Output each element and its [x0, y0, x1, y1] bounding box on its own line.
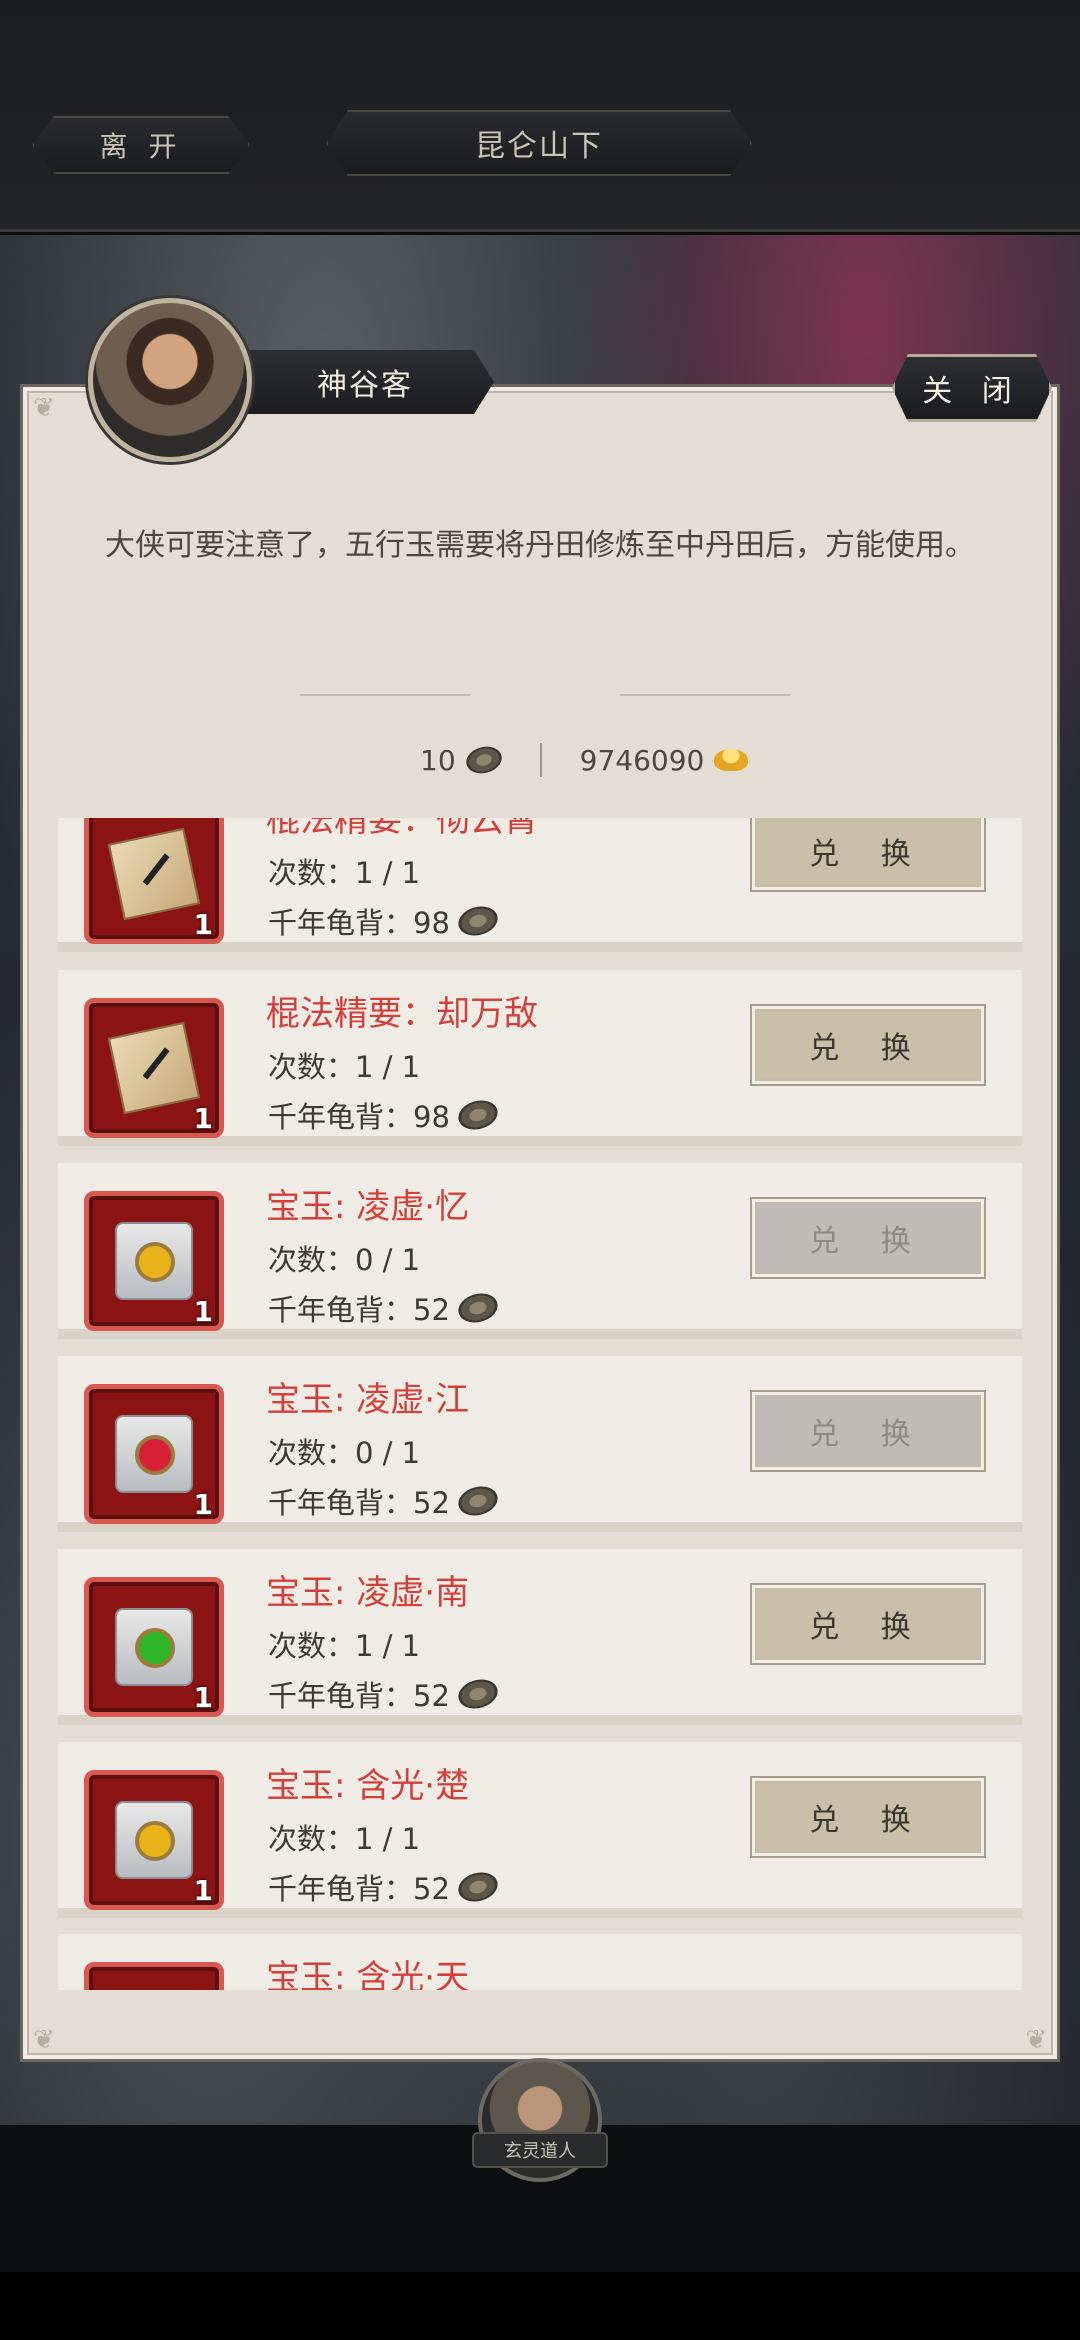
- item-cost: 千年龟背：52: [268, 1480, 501, 1522]
- divider-right: [620, 682, 790, 696]
- gem-card: [115, 1801, 193, 1879]
- turtle-shell-icon: [454, 1096, 501, 1134]
- close-button[interactable]: 关 闭: [892, 354, 1052, 422]
- turtle-shell-icon: [454, 1482, 501, 1520]
- list-item: 1 宝玉: 凌虚·江 次数：0 / 1 千年龟背：52 兑 换: [58, 1356, 1022, 1532]
- item-times: 次数：0 / 1: [268, 1436, 421, 1470]
- turtle-shell-icon: [454, 1675, 501, 1713]
- gold-ingot-icon: [714, 749, 749, 771]
- turtle-shell-icon: [454, 1289, 501, 1327]
- item-name: 宝玉: 凌虚·忆: [266, 1187, 470, 1227]
- item-times: 次数：1 / 1: [268, 1050, 421, 1084]
- item-slot[interactable]: 1: [84, 1384, 224, 1524]
- gem-card: [115, 1222, 193, 1300]
- list-item: 1 棍法精要：却万敌 次数：1 / 1 千年龟背：98 兑 换: [58, 970, 1022, 1146]
- yellow-gem-icon: [135, 1242, 175, 1282]
- list-item-partial: 宝玉: 含光·天: [58, 1934, 1022, 1990]
- item-cost: 千年龟背：52: [268, 1287, 501, 1329]
- book-icon: [107, 827, 201, 921]
- item-name: 宝玉: 凌虚·南: [266, 1573, 470, 1613]
- item-count: 1: [193, 1874, 213, 1907]
- exchange-button-disabled[interactable]: 兑 换: [750, 1197, 986, 1279]
- exchange-button[interactable]: 兑 换: [750, 1776, 986, 1858]
- cost-label: 千年龟背：98: [268, 906, 450, 940]
- item-name: 宝玉: 含光·楚: [266, 1766, 470, 1806]
- item-cost: 千年龟背：52: [268, 1673, 501, 1715]
- yellow-gem-icon: [135, 1821, 175, 1861]
- cost-label: 千年龟背：52: [268, 1872, 450, 1906]
- exchange-button[interactable]: 兑 换: [750, 1004, 986, 1086]
- item-slot[interactable]: [84, 1962, 224, 1990]
- shell-amount: 10: [420, 743, 456, 777]
- list-item: 1 棍法精要：彻云霄 次数：1 / 1 千年龟背：98 兑 换: [58, 818, 1022, 952]
- divider-left: [300, 682, 470, 696]
- item-cost: 千年龟背：98: [268, 1094, 501, 1136]
- corner-ornament: ❦: [1025, 2025, 1047, 2055]
- item-times: 次数：1 / 1: [268, 1822, 421, 1856]
- currency-separator: [539, 743, 542, 777]
- item-name: 棍法精要：却万敌: [266, 994, 538, 1034]
- exchange-button-disabled[interactable]: 兑 换: [750, 1390, 986, 1472]
- list-item: 1 宝玉: 含光·楚 次数：1 / 1 千年龟背：52 兑 换: [58, 1742, 1022, 1918]
- npc-avatar: [88, 298, 252, 462]
- exchange-button[interactable]: 兑 换: [750, 818, 986, 892]
- ingot-amount: 9746090: [579, 743, 705, 777]
- cost-label: 千年龟背：98: [268, 1100, 450, 1134]
- item-name: 宝玉: 凌虚·江: [266, 1380, 470, 1420]
- item-name: 宝玉: 含光·天: [266, 1958, 470, 1990]
- cost-label: 千年龟背：52: [268, 1293, 450, 1327]
- turtle-shell-icon: [454, 902, 501, 940]
- exchange-list[interactable]: 1 棍法精要：彻云霄 次数：1 / 1 千年龟背：98 兑 换 1 棍法精要：却…: [58, 818, 1022, 1990]
- item-slot[interactable]: 1: [84, 1577, 224, 1717]
- list-item: 1 宝玉: 凌虚·忆 次数：0 / 1 千年龟背：52 兑 换: [58, 1163, 1022, 1339]
- item-times: 次数：1 / 1: [268, 856, 421, 890]
- leave-button[interactable]: 离 开: [32, 116, 250, 174]
- item-count: 1: [193, 1295, 213, 1328]
- turtle-shell-icon: [462, 742, 505, 778]
- exchange-button[interactable]: 兑 换: [750, 1583, 986, 1665]
- item-times: 次数：0 / 1: [268, 1243, 421, 1277]
- item-name: 棍法精要：彻云霄: [266, 818, 538, 840]
- book-icon: [107, 1021, 201, 1115]
- item-count: 1: [193, 1102, 213, 1135]
- list-item: 1 宝玉: 凌虚·南 次数：1 / 1 千年龟背：52 兑 换: [58, 1549, 1022, 1725]
- cost-label: 千年龟背：52: [268, 1679, 450, 1713]
- navigation-bar-area: [0, 2272, 1080, 2340]
- item-slot[interactable]: 1: [84, 998, 224, 1138]
- item-slot[interactable]: 1: [84, 1191, 224, 1331]
- green-gem-icon: [135, 1628, 175, 1668]
- currency-bar: 10 9746090: [420, 738, 749, 782]
- corner-ornament: ❦: [33, 393, 55, 423]
- item-times: 次数：1 / 1: [268, 1629, 421, 1663]
- location-title: 昆仑山下: [326, 110, 752, 176]
- npc-notice: 大侠可要注意了，五行玉需要将丹田修炼至中丹田后，方能使用。: [105, 528, 975, 563]
- item-count: 1: [193, 908, 213, 941]
- item-slot[interactable]: 1: [84, 1770, 224, 1910]
- item-cost: 千年龟背：52: [268, 1866, 501, 1908]
- footer-npc-label: 玄灵道人: [472, 2132, 608, 2168]
- item-count: 1: [193, 1681, 213, 1714]
- item-count: 1: [193, 1488, 213, 1521]
- top-bar: 离 开 昆仑山下: [0, 0, 1080, 232]
- cost-label: 千年龟背：52: [268, 1486, 450, 1520]
- npc-name: 神谷客: [236, 350, 494, 414]
- item-slot[interactable]: 1: [84, 818, 224, 944]
- gem-card: [115, 1415, 193, 1493]
- corner-ornament: ❦: [33, 2025, 55, 2055]
- gem-card: [115, 1608, 193, 1686]
- item-cost: 千年龟背：98: [268, 900, 501, 942]
- turtle-shell-icon: [454, 1868, 501, 1906]
- red-gem-icon: [135, 1435, 175, 1475]
